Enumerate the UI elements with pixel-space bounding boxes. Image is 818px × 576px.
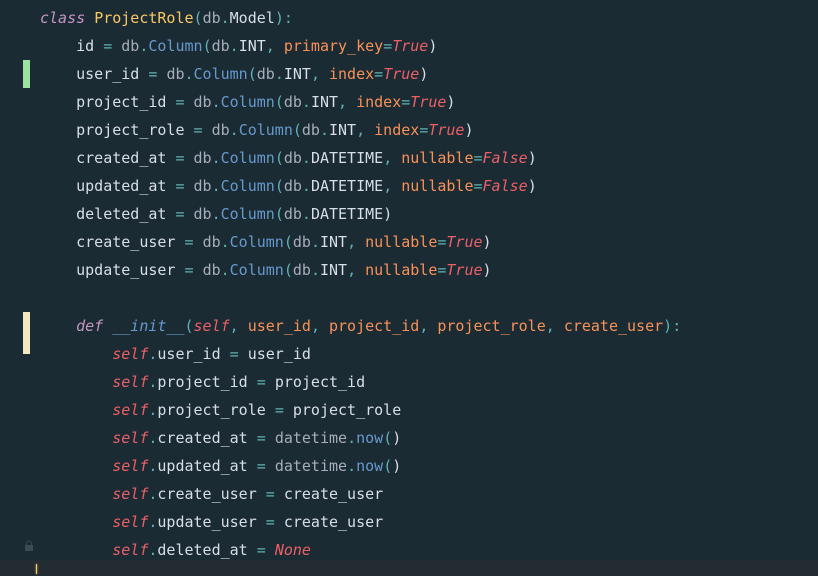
gutter bbox=[0, 4, 30, 568]
code-line: id = db.Column(db.INT, primary_key=True) bbox=[40, 32, 818, 60]
gutter-change-mark bbox=[23, 60, 30, 88]
lock-icon bbox=[24, 540, 34, 552]
code-line: create_user = db.Column(db.INT, nullable… bbox=[40, 228, 818, 256]
code-editor[interactable]: class ProjectRole(db.Model): id = db.Col… bbox=[0, 0, 818, 564]
code-line: created_at = db.Column(db.DATETIME, null… bbox=[40, 144, 818, 172]
code-line: update_user = db.Column(db.INT, nullable… bbox=[40, 256, 818, 284]
code-line: self.create_user = create_user bbox=[40, 480, 818, 508]
code-line: deleted_at = db.Column(db.DATETIME) bbox=[40, 200, 818, 228]
code-line: user_id = db.Column(db.INT, index=True) bbox=[40, 60, 818, 88]
class-name: ProjectRole bbox=[94, 9, 193, 27]
code-line: class ProjectRole(db.Model): bbox=[40, 4, 818, 32]
code-line: self.project_role = project_role bbox=[40, 396, 818, 424]
gutter-change-mark bbox=[23, 312, 30, 354]
keyword-def: def bbox=[76, 317, 103, 335]
code-line: self.user_id = user_id bbox=[40, 340, 818, 368]
method-init: __init__ bbox=[112, 317, 184, 335]
code-line: project_role = db.Column(db.INT, index=T… bbox=[40, 116, 818, 144]
cursor-indicator bbox=[36, 564, 37, 574]
code-line: project_id = db.Column(db.INT, index=Tru… bbox=[40, 88, 818, 116]
code-line: self.update_user = create_user bbox=[40, 508, 818, 536]
code-line: self.updated_at = datetime.now() bbox=[40, 452, 818, 480]
code-line: def __init__(self, user_id, project_id, … bbox=[40, 312, 818, 340]
code-line: updated_at = db.Column(db.DATETIME, null… bbox=[40, 172, 818, 200]
code-line: self.project_id = project_id bbox=[40, 368, 818, 396]
code-line bbox=[40, 284, 818, 312]
status-bar bbox=[0, 560, 818, 576]
code-line: self.created_at = datetime.now() bbox=[40, 424, 818, 452]
keyword-class: class bbox=[40, 9, 85, 27]
